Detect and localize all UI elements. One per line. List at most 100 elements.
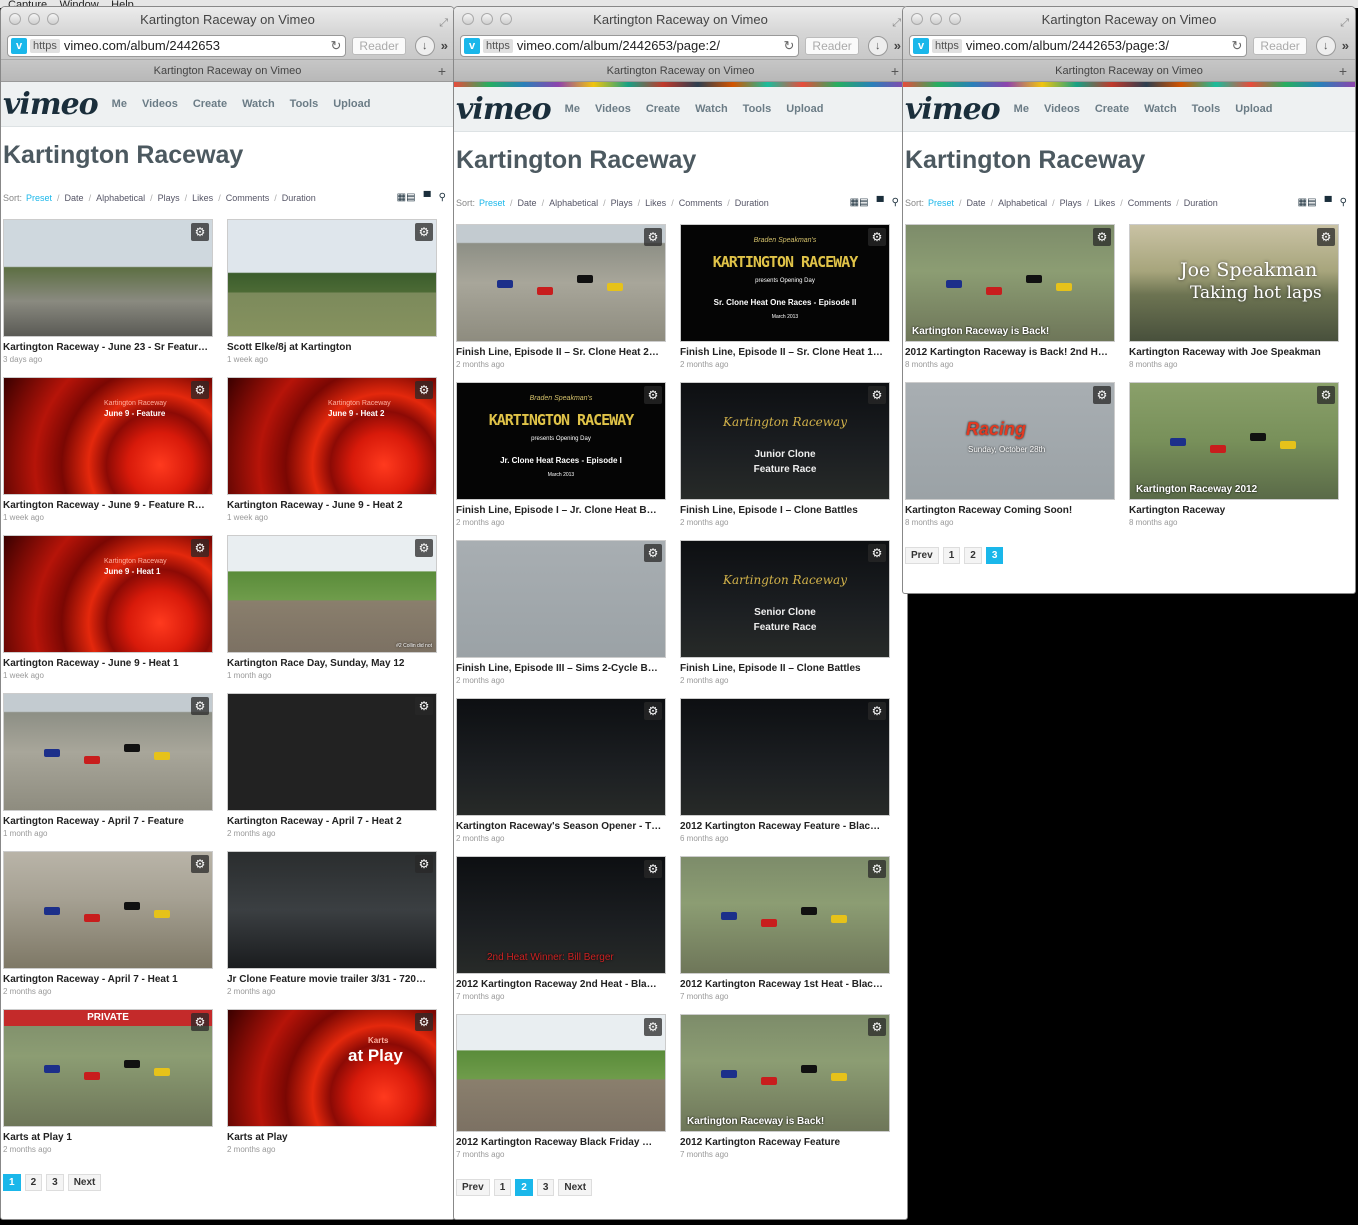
vimeo-logo[interactable]: vimeo [905,92,1001,127]
window-titlebar[interactable]: Kartington Raceway on Vimeo ⤢ [903,7,1355,32]
video-card[interactable]: ⚙ Kartington Raceway's Season Opener - T…… [456,698,666,843]
video-card[interactable]: Braden Speakman's KARTINGTON RACEWAY prese… [456,382,666,527]
page-2[interactable]: 2 [964,547,982,564]
video-title[interactable]: Kartington Raceway - June 9 - Heat 1 [3,658,213,669]
settings-gear-icon[interactable]: ⚙ [868,860,886,878]
search-icon[interactable]: ⚲ [1340,197,1347,208]
fullscreen-icon[interactable]: ⤢ [1340,11,1349,36]
video-title[interactable]: Kartington Raceway Coming Soon! [905,505,1115,516]
nav-videos[interactable]: Videos [142,98,178,110]
video-title[interactable]: Karts at Play 1 [3,1132,213,1143]
video-card[interactable]: ⚙ Jr Clone Feature movie trailer 3/31 - 7… [227,851,437,996]
settings-gear-icon[interactable]: ⚙ [644,228,662,246]
vimeo-logo[interactable]: vimeo [456,92,552,127]
sort-comments[interactable]: Comments [679,198,723,208]
grid-view-icon[interactable]: ▦▤ [850,197,869,208]
page-prev[interactable]: Prev [905,547,939,564]
list-view-icon[interactable]: ▀ [877,197,884,208]
video-title[interactable]: Scott Elke/8j at Kartington [227,342,437,353]
reader-button[interactable]: Reader [352,36,406,55]
nav-upload[interactable]: Upload [786,103,823,115]
video-title[interactable]: Kartington Raceway - April 7 - Heat 2 [227,816,437,827]
page-3[interactable]: 3 [985,547,1004,564]
video-thumbnail[interactable]: Kartington Raceway is Back! ⚙ [905,224,1115,342]
video-card[interactable]: Kartington Raceway 2012 ⚙ Kartington Racew… [1129,382,1339,527]
video-title[interactable]: Karts at Play [227,1132,437,1143]
settings-gear-icon[interactable]: ⚙ [415,223,433,241]
video-title[interactable]: Kartington Raceway's Season Opener - T… [456,821,666,832]
video-title[interactable]: 2012 Kartington Raceway Feature [680,1137,890,1148]
nav-watch[interactable]: Watch [1144,103,1177,115]
new-tab-icon[interactable]: + [438,60,446,82]
video-thumbnail[interactable]: Kartington Raceway 2012 ⚙ [1129,382,1339,500]
sort-likes[interactable]: Likes [645,198,666,208]
page-2[interactable]: 2 [24,1174,43,1191]
video-card[interactable]: Kartington Raceway Senior Clone Feature R… [680,540,890,685]
nav-tools[interactable]: Tools [290,98,319,110]
video-thumbnail[interactable]: ⚙ [3,693,213,811]
sort-duration[interactable]: Duration [282,193,316,203]
downloads-icon[interactable]: ↓ [414,35,435,56]
video-card[interactable]: Racing Sunday, October 28th ⚙ Kartington Ra… [905,382,1115,527]
grid-view-icon[interactable]: ▦▤ [397,192,416,203]
video-card[interactable]: ⚙ Kartington Raceway - April 7 - Heat 2 2 … [227,693,437,838]
page-2[interactable]: 2 [515,1179,533,1196]
close-button[interactable] [9,13,21,25]
settings-gear-icon[interactable]: ⚙ [1093,386,1111,404]
list-view-icon[interactable]: ▀ [424,192,431,203]
video-thumbnail[interactable]: Karts at Play ⚙ [227,1009,437,1127]
video-card[interactable]: Braden Speakman's KARTINGTON RACEWAY prese… [680,224,890,369]
settings-gear-icon[interactable]: ⚙ [644,860,662,878]
close-button[interactable] [911,13,923,25]
video-card[interactable]: ⚙ Finish Line, Episode II – Sr. Clone Hea… [456,224,666,369]
video-card[interactable]: Joe Speakman Taking hot laps ⚙ Kartington R… [1129,224,1339,369]
video-title[interactable]: Kartington Raceway - April 7 - Heat 1 [3,974,213,985]
video-card[interactable]: PRIVATE ⚙ Karts at Play 1 2 months ago [3,1009,213,1154]
video-thumbnail[interactable]: Kartington Raceway Junior Clone Feature R… [680,382,890,500]
video-thumbnail[interactable]: Braden Speakman's KARTINGTON RACEWAY prese… [456,382,666,500]
settings-gear-icon[interactable]: ⚙ [644,386,662,404]
nav-create[interactable]: Create [646,103,680,115]
page-1[interactable]: 1 [3,1174,21,1191]
settings-gear-icon[interactable]: ⚙ [868,702,886,720]
video-title[interactable]: Finish Line, Episode I – Clone Battles [680,505,890,516]
nav-tools[interactable]: Tools [1192,103,1221,115]
sort-duration[interactable]: Duration [1184,198,1218,208]
video-title[interactable]: Kartington Raceway - June 23 - Sr Featur… [3,342,213,353]
video-title[interactable]: Kartington Raceway - June 9 - Heat 2 [227,500,437,511]
page-next[interactable]: Next [67,1174,102,1191]
video-thumbnail[interactable]: #2 Collin did not ⚙ [227,535,437,653]
video-title[interactable]: Finish Line, Episode II – Clone Battles [680,663,890,674]
settings-gear-icon[interactable]: ⚙ [415,1013,433,1031]
video-title[interactable]: Finish Line, Episode I – Jr. Clone Heat … [456,505,666,516]
nav-watch[interactable]: Watch [695,103,728,115]
settings-gear-icon[interactable]: ⚙ [1317,386,1335,404]
reader-button[interactable]: Reader [805,36,859,55]
video-title[interactable]: Kartington Raceway with Joe Speakman [1129,347,1339,358]
reload-icon[interactable]: ↻ [331,38,342,54]
video-card[interactable]: ⚙ 2012 Kartington Raceway Black Friday … 7… [456,1014,666,1159]
reload-icon[interactable]: ↻ [1232,38,1243,54]
video-thumbnail[interactable]: ⚙ [456,1014,666,1132]
search-icon[interactable]: ⚲ [892,197,899,208]
zoom-button[interactable] [500,13,512,25]
sort-likes[interactable]: Likes [192,193,213,203]
video-title[interactable]: Finish Line, Episode II – Sr. Clone Heat… [456,347,666,358]
settings-gear-icon[interactable]: ⚙ [1093,228,1111,246]
video-card[interactable]: ⚙ Finish Line, Episode III – Sims 2-Cycle… [456,540,666,685]
sort-alphabetical[interactable]: Alphabetical [998,198,1047,208]
settings-gear-icon[interactable]: ⚙ [191,855,209,873]
close-button[interactable] [462,13,474,25]
sort-plays[interactable]: Plays [1060,198,1082,208]
sort-alphabetical[interactable]: Alphabetical [96,193,145,203]
window-titlebar[interactable]: Kartington Raceway on Vimeo ⤢ [454,7,907,32]
nav-tools[interactable]: Tools [743,103,772,115]
video-card[interactable]: Kartington Raceway is Back! ⚙ 2012 Karting… [680,1014,890,1159]
settings-gear-icon[interactable]: ⚙ [415,697,433,715]
video-thumbnail[interactable]: ⚙ [3,219,213,337]
video-card[interactable]: ⚙ 2012 Kartington Raceway 1st Heat - Blac… [680,856,890,1001]
sort-date[interactable]: Date [518,198,537,208]
grid-view-icon[interactable]: ▦▤ [1298,197,1317,208]
address-bar[interactable]: v https vimeo.com/album/2442653/page:3/ ↻ [909,34,1248,57]
video-card[interactable]: ⚙ Kartington Raceway - April 7 - Feature 1… [3,693,213,838]
